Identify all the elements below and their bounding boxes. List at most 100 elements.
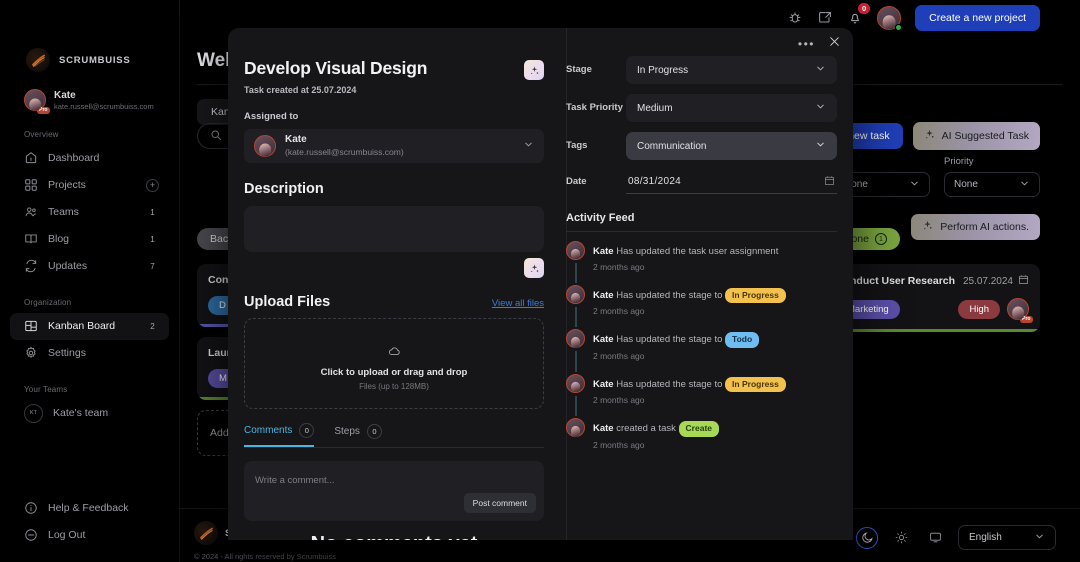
filter-priority-select[interactable]: None — [944, 172, 1040, 197]
sidebar-item-logout[interactable]: Log Out — [10, 521, 170, 548]
post-comment-button[interactable]: Post comment — [464, 493, 536, 513]
sparkle-icon — [924, 129, 935, 143]
activity-item: Kate Has updated the task user assignmen… — [566, 241, 837, 285]
sidebar-item-help[interactable]: Help & Feedback — [10, 494, 170, 521]
dropzone-sub-text: Files (up to 128MB) — [359, 382, 429, 391]
date-input[interactable]: 08/31/2024 — [626, 170, 837, 194]
pro-badge: Pro — [37, 107, 50, 114]
sidebar-item-settings[interactable]: Settings — [10, 340, 169, 367]
tab-count: 0 — [299, 423, 314, 438]
field-label: Stage — [566, 64, 626, 76]
tab-steps[interactable]: Steps 0 — [334, 423, 382, 447]
tab-label: Comments — [244, 425, 292, 436]
pro-badge: Pro — [1020, 316, 1033, 323]
activity-status-badge: Create — [679, 421, 719, 436]
ai-generate-title-button[interactable] — [524, 60, 544, 80]
stage-select[interactable]: In Progress — [626, 56, 837, 84]
activity-text: Kate created a task Create — [593, 423, 719, 434]
add-project-icon[interactable]: + — [146, 179, 159, 192]
sidebar-item-label: Settings — [48, 347, 159, 359]
description-textarea[interactable] — [244, 206, 544, 252]
activity-time: 2 months ago — [593, 351, 759, 361]
sidebar-item-projects[interactable]: Projects + — [10, 172, 169, 199]
sidebar-team-kates-team[interactable]: KT Kate's team — [10, 400, 169, 423]
calendar-icon[interactable] — [824, 175, 835, 189]
field-priority: Task Priority Medium — [566, 94, 837, 122]
activity-item: Kate Has updated the stage to Todo 2 mon… — [566, 329, 837, 373]
activity-status-badge: In Progress — [725, 288, 786, 303]
book-icon — [24, 232, 38, 246]
filter-priority: Priority None — [944, 156, 1040, 197]
sidebar-item-label: Teams — [48, 206, 136, 218]
priority-select[interactable]: Medium — [626, 94, 837, 122]
share-icon[interactable] — [817, 10, 833, 26]
tags-select[interactable]: Communication — [626, 132, 837, 160]
task-card-date-text: 25.07.2024 — [963, 276, 1013, 287]
dropzone-main-text: Click to upload or drag and drop — [321, 367, 468, 378]
theme-system-button[interactable] — [924, 527, 946, 549]
gear-icon — [24, 346, 38, 360]
brand[interactable]: SCRUMBUISS — [10, 0, 169, 72]
file-dropzone[interactable]: Click to upload or drag and drop Files (… — [244, 318, 544, 409]
modal-right-pane: Stage In Progress Task Priority Medium T… — [566, 28, 853, 540]
task-card[interactable]: Conduct User Research 25.07.2024 Marketi… — [825, 264, 1040, 332]
nav-group-organization: Organization — [10, 280, 169, 313]
modal-body: Develop Visual Design Task created at 25… — [228, 28, 853, 540]
sidebar-item-blog[interactable]: Blog 1 — [10, 226, 169, 253]
sidebar-item-label: Kanban Board — [48, 320, 136, 332]
field-date: Date 08/31/2024 — [566, 170, 837, 194]
activity-time: 2 months ago — [593, 395, 786, 405]
sidebar-item-teams[interactable]: Teams 1 — [10, 199, 169, 226]
notification-bell-icon[interactable]: 0 — [847, 10, 863, 26]
upload-header: Upload Files View all files — [244, 294, 544, 310]
activity-user: Kate — [593, 290, 614, 301]
avatar: Pro — [24, 89, 46, 111]
bug-icon[interactable] — [787, 10, 803, 26]
task-created-date: Task created at 25.07.2024 — [244, 85, 544, 95]
sidebar-item-dashboard[interactable]: Dashboard — [10, 145, 169, 172]
notification-count: 0 — [858, 3, 870, 14]
calendar-icon — [1018, 274, 1029, 288]
view-all-files-link[interactable]: View all files — [492, 298, 544, 309]
language-select[interactable]: English — [958, 525, 1056, 550]
ai-suggested-task-button[interactable]: AI Suggested Task — [913, 122, 1040, 150]
activity-feed-divider — [566, 231, 837, 232]
team-initials: KT — [24, 404, 43, 423]
assignee-select[interactable]: Kate (kate.russell@scrumbuiss.com) — [244, 129, 544, 163]
more-options-icon[interactable]: ••• — [798, 38, 815, 50]
date-value: 08/31/2024 — [628, 176, 681, 187]
activity-action: Has updated the task user assignment — [614, 246, 779, 257]
sidebar-bottom: Help & Feedback Log Out — [10, 494, 170, 548]
field-label: Task Priority — [566, 102, 626, 114]
filter-value: None — [954, 179, 978, 190]
perform-ai-actions-button[interactable]: Perform AI actions. — [911, 214, 1040, 240]
comment-input[interactable]: Write a comment... Post comment — [244, 461, 544, 521]
tab-comments[interactable]: Comments 0 — [244, 423, 314, 447]
activity-avatar — [566, 285, 585, 304]
ai-generate-description-button[interactable] — [524, 258, 544, 278]
close-icon[interactable] — [828, 35, 841, 53]
home-icon — [24, 151, 38, 165]
tags-value: Communication — [637, 141, 706, 152]
no-comments-message: No comments yet — [244, 533, 544, 540]
brand-name: SCRUMBUISS — [59, 55, 130, 66]
topbar-avatar[interactable] — [877, 6, 901, 30]
theme-dark-button[interactable] — [856, 527, 878, 549]
activity-time: 2 months ago — [593, 306, 786, 316]
sidebar-item-kanban-board[interactable]: Kanban Board 2 — [10, 313, 169, 340]
sidebar-item-updates[interactable]: Updates 7 — [10, 253, 169, 280]
refresh-icon — [24, 259, 38, 273]
sidebar-user[interactable]: Pro Kate kate.russell@scrumbuiss.com — [10, 72, 169, 112]
activity-feed-title: Activity Feed — [566, 212, 837, 224]
create-new-project-button[interactable]: Create a new project — [915, 5, 1040, 31]
activity-avatar — [566, 418, 585, 437]
sidebar-badge: 1 — [146, 208, 159, 217]
activity-action: Has updated the stage to — [614, 334, 725, 345]
comment-placeholder: Write a comment... — [255, 475, 335, 486]
scrumbuiss-logo-icon — [194, 521, 218, 545]
perform-ai-label: Perform AI actions. — [940, 221, 1029, 233]
activity-item: Kate Has updated the stage to In Progres… — [566, 374, 837, 418]
activity-text: Kate Has updated the stage to Todo — [593, 334, 759, 345]
kanban-column-done: Conduct User Research 25.07.2024 Marketi… — [825, 264, 1040, 342]
theme-light-button[interactable] — [890, 527, 912, 549]
